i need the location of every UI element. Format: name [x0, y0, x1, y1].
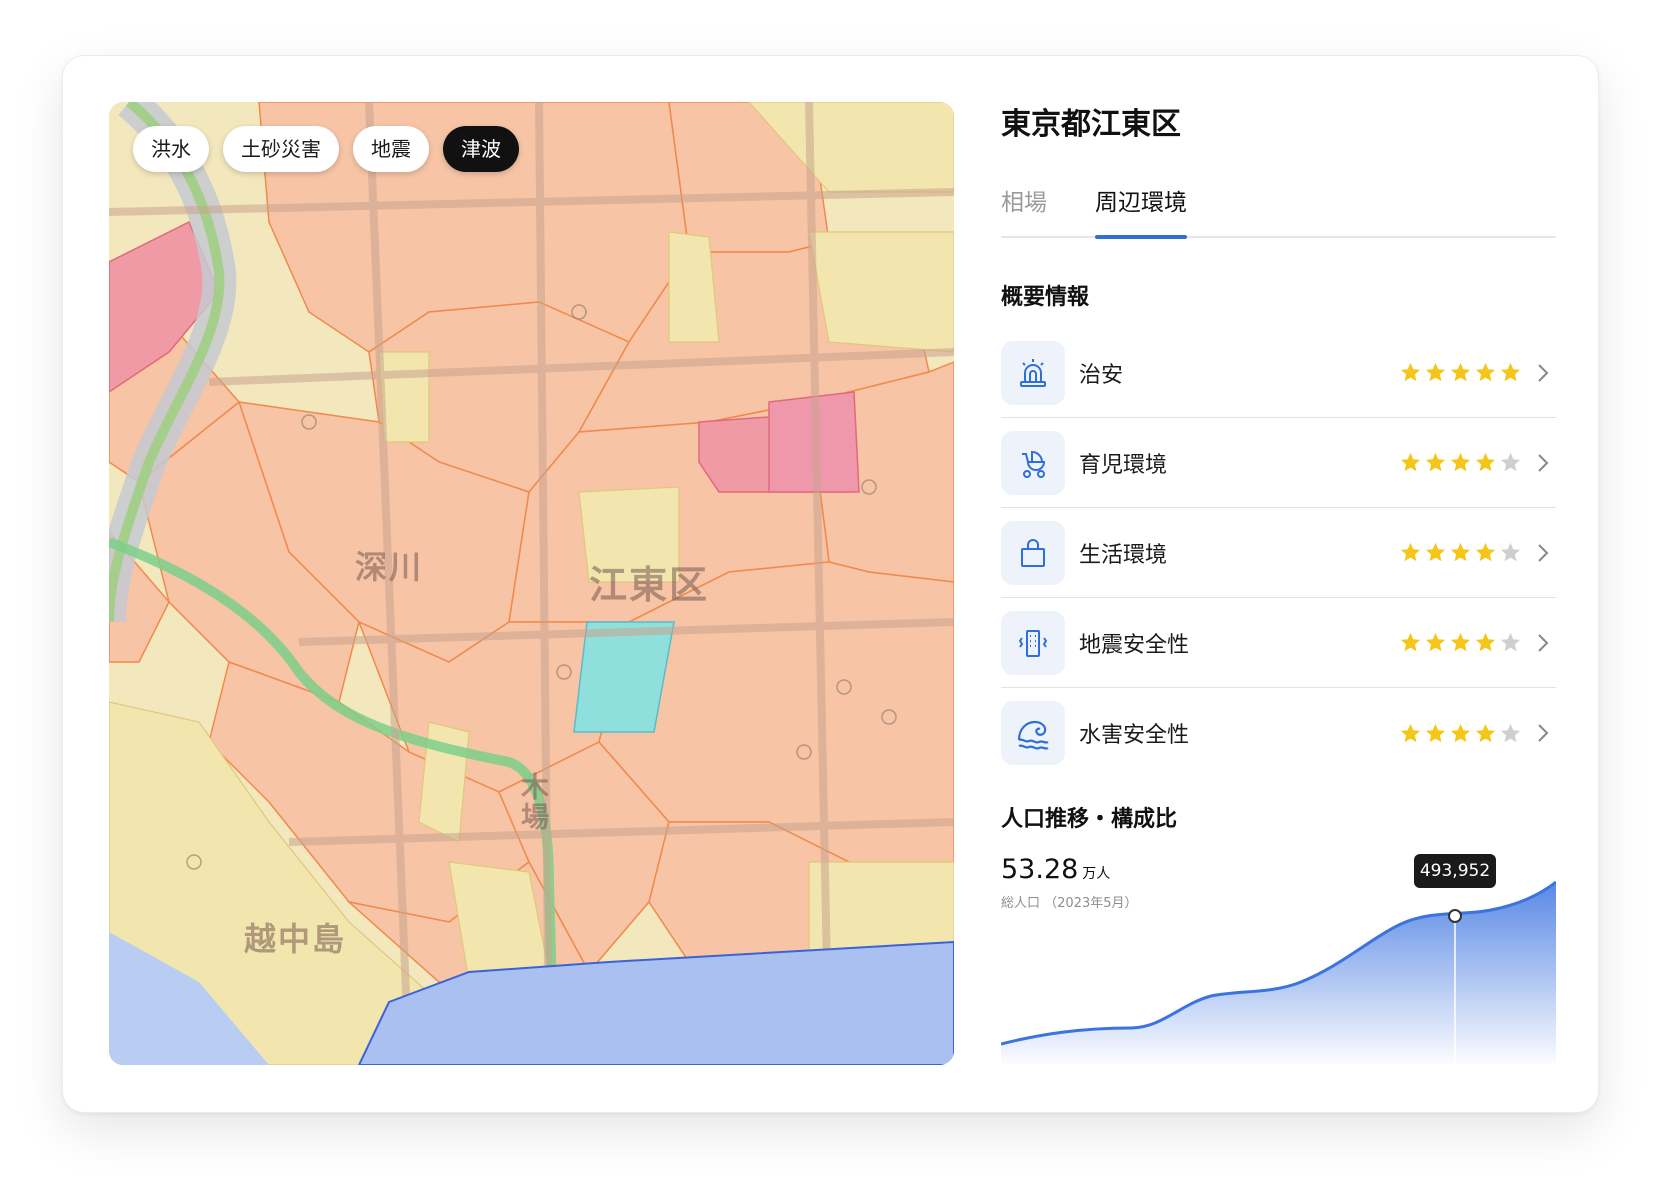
overview-title: 概要情報: [1001, 285, 1090, 310]
chip-tsunami[interactable]: 津波: [443, 126, 519, 172]
population-subtitle: 総人口 （2023年5月）: [1001, 896, 1138, 911]
star-filled-icon: [1400, 362, 1421, 382]
list-item-earthquake-safety[interactable]: 地震安全性: [1001, 598, 1556, 688]
star-filled-icon: [1450, 723, 1471, 742]
star-filled-icon: [1425, 452, 1446, 472]
rating-stars: [1399, 631, 1522, 654]
list-item-living[interactable]: 生活環境: [1001, 508, 1556, 598]
rating-stars: [1399, 541, 1522, 564]
chevron-right-icon: [1538, 543, 1549, 562]
list-item-label: 地震安全性: [1079, 632, 1190, 658]
star-filled-icon: [1475, 723, 1496, 742]
population-unit: 万人: [1082, 866, 1111, 882]
star-filled-icon: [1475, 362, 1496, 382]
tab-market-price[interactable]: 相場: [1001, 188, 1047, 236]
population-tooltip: 493,952: [1414, 854, 1496, 888]
baby-stroller-icon: [1001, 430, 1065, 495]
building-shake-icon: [1001, 610, 1065, 675]
chevron-right-icon: [1538, 453, 1549, 472]
chevron-right-icon: [1538, 633, 1549, 652]
list-item-safety[interactable]: 治安: [1001, 328, 1556, 418]
chevron-right-icon: [1538, 363, 1549, 382]
star-filled-icon: [1450, 632, 1471, 652]
star-filled-icon: [1400, 723, 1421, 742]
hazard-chips: 洪水 土砂災害 地震 津波: [133, 126, 519, 172]
chip-landslide[interactable]: 土砂災害: [223, 126, 339, 172]
wave-icon: [1001, 701, 1065, 765]
chip-flood[interactable]: 洪水: [133, 126, 209, 172]
star-filled-icon: [1450, 452, 1471, 472]
star-filled-icon: [1475, 452, 1496, 472]
map-label-fukagawa: 深川: [355, 548, 424, 586]
star-filled-icon: [1400, 632, 1421, 652]
map-label-etchujima: 越中島: [244, 920, 347, 958]
chevron-right-icon: [1538, 724, 1549, 742]
star-filled-icon: [1425, 542, 1446, 562]
overview-list: 治安 育児環境 生活環境 地震安全性 水害安全性: [1001, 328, 1556, 778]
siren-icon: [1001, 340, 1065, 405]
star-filled-icon: [1400, 452, 1421, 472]
star-filled-icon: [1475, 632, 1496, 652]
star-filled-icon: [1425, 723, 1446, 742]
population-chart-area: 53.28 万人 総人口 （2023年5月） 493,952: [1001, 854, 1556, 1064]
shopping-bag-icon: [1001, 520, 1065, 585]
rating-stars: [1399, 722, 1522, 745]
rating-stars: [1399, 361, 1522, 384]
map-label-koto: 江東区: [589, 563, 710, 607]
star-filled-icon: [1425, 362, 1446, 382]
tooltip-point: [1448, 909, 1462, 923]
list-item-label: 水害安全性: [1079, 723, 1190, 748]
population-title: 人口推移・構成比: [1001, 807, 1178, 832]
list-item-flood-safety[interactable]: 水害安全性: [1001, 688, 1556, 778]
population-value: 53.28 万人: [1001, 854, 1110, 885]
tab-surroundings[interactable]: 周辺環境: [1095, 188, 1187, 239]
star-empty-icon: [1500, 723, 1521, 742]
star-filled-icon: [1450, 542, 1471, 562]
card: 深川 江東区 越中島 木場 洪水 土砂災害 地震 津波 東京都江東区 相場 周辺…: [62, 55, 1599, 1113]
tab-bar: 相場 周辺環境: [1001, 188, 1556, 239]
star-filled-icon: [1450, 362, 1471, 382]
page-title: 東京都江東区: [1001, 107, 1181, 142]
list-item-label: 生活環境: [1079, 542, 1168, 568]
star-empty-icon: [1500, 542, 1521, 562]
population-number: 53.28: [1001, 854, 1079, 885]
map-label-kiba: 木場: [517, 772, 550, 832]
rating-stars: [1399, 451, 1522, 474]
star-filled-icon: [1425, 632, 1446, 652]
star-filled-icon: [1475, 542, 1496, 562]
list-item-childcare[interactable]: 育児環境: [1001, 418, 1556, 508]
star-filled-icon: [1500, 362, 1521, 382]
star-empty-icon: [1500, 452, 1521, 472]
star-filled-icon: [1400, 542, 1421, 562]
map-canvas[interactable]: [109, 102, 954, 1065]
list-item-label: 育児環境: [1079, 452, 1168, 478]
star-empty-icon: [1500, 632, 1521, 652]
info-panel: 東京都江東区 相場 周辺環境 概要情報 治安 育児環境 生活環境 地震安全性 水…: [1001, 102, 1556, 1064]
chip-earthquake[interactable]: 地震: [353, 126, 429, 172]
hazard-map[interactable]: 深川 江東区 越中島 木場 洪水 土砂災害 地震 津波: [109, 102, 954, 1065]
list-item-label: 治安: [1079, 362, 1124, 388]
